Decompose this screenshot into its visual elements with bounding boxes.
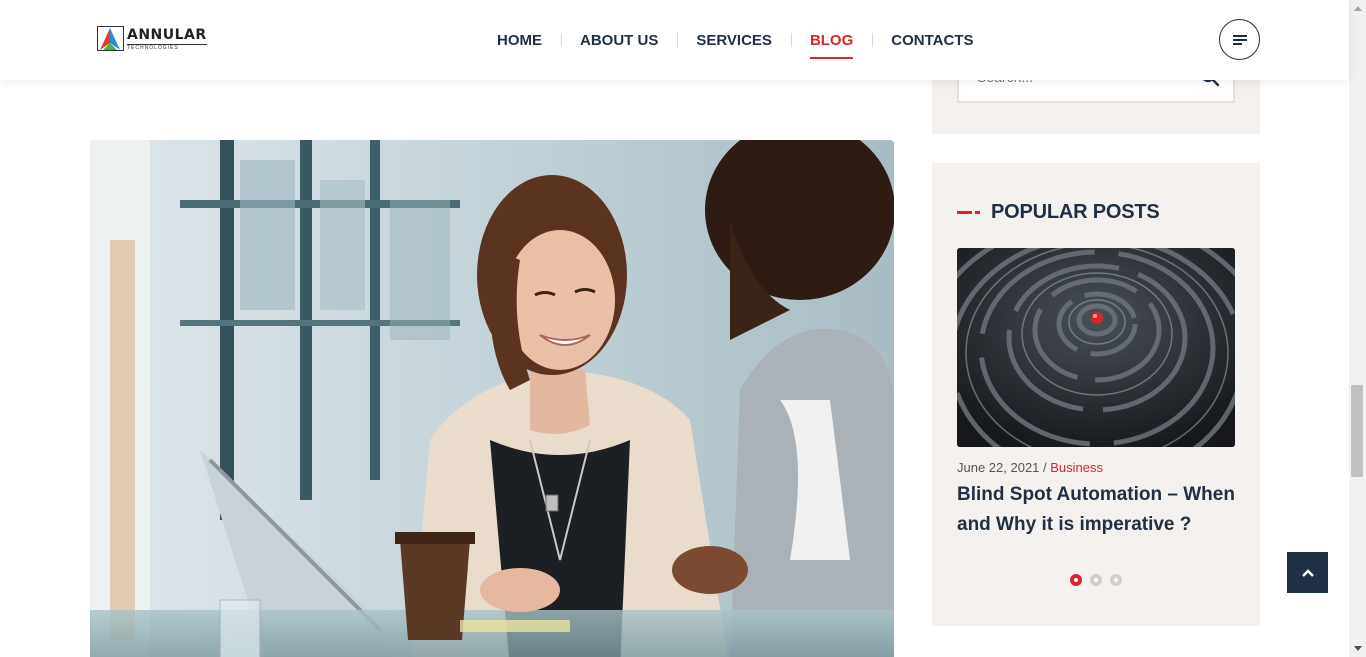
office-meeting-image bbox=[90, 140, 894, 657]
popular-posts-widget: POPULAR POSTS June 22, 2021 / Business B… bbox=[932, 163, 1260, 626]
chevron-up-icon bbox=[1301, 568, 1314, 577]
carousel-dot-1[interactable] bbox=[1070, 574, 1082, 586]
logo-subtitle: TECHNOLOGIES bbox=[127, 43, 207, 51]
nav-item-about-us[interactable]: ABOUT US bbox=[561, 0, 677, 80]
scroll-up-arrow-icon[interactable] bbox=[1349, 0, 1366, 17]
hamburger-icon bbox=[1232, 34, 1247, 45]
logo-mark-icon bbox=[97, 26, 124, 51]
popular-posts-title: POPULAR POSTS bbox=[991, 201, 1160, 223]
meta-separator: / bbox=[1039, 460, 1051, 475]
site-logo[interactable]: ANNULAR TECHNOLOGIES bbox=[97, 26, 207, 52]
post-category-link[interactable]: Business bbox=[1050, 460, 1103, 475]
nav-item-blog[interactable]: BLOG bbox=[790, 0, 872, 80]
popular-post-image[interactable] bbox=[957, 248, 1235, 447]
nav-label: CONTACTS bbox=[891, 31, 974, 49]
side-menu-button[interactable] bbox=[1219, 19, 1260, 60]
nav-item-contacts[interactable]: CONTACTS bbox=[872, 0, 992, 80]
maze-image bbox=[957, 248, 1235, 447]
popular-post-title-link[interactable]: Blind Spot Automation – When and Why it … bbox=[957, 480, 1235, 540]
page-scrollbar[interactable] bbox=[1349, 0, 1366, 657]
logo-name: ANNULAR bbox=[127, 26, 207, 43]
site-header: ANNULAR TECHNOLOGIES HOME ABOUT US SERVI… bbox=[0, 0, 1349, 80]
popular-post-meta: June 22, 2021 / Business bbox=[957, 460, 1103, 475]
heading-accent-icon bbox=[957, 211, 980, 214]
nav-item-home[interactable]: HOME bbox=[478, 0, 561, 80]
nav-label: HOME bbox=[497, 31, 542, 49]
scrollbar-thumb[interactable] bbox=[1351, 385, 1363, 477]
scroll-down-arrow-icon[interactable] bbox=[1349, 640, 1366, 657]
main-nav: HOME ABOUT US SERVICES BLOG CONTACTS bbox=[478, 0, 993, 80]
popular-posts-heading: POPULAR POSTS bbox=[957, 201, 1160, 224]
nav-item-services[interactable]: SERVICES bbox=[677, 0, 791, 80]
blog-post-featured-image[interactable] bbox=[90, 140, 894, 657]
carousel-pagination bbox=[1070, 574, 1122, 586]
carousel-dot-3[interactable] bbox=[1110, 574, 1122, 586]
carousel-dot-2[interactable] bbox=[1090, 574, 1102, 586]
nav-label: ABOUT US bbox=[580, 31, 659, 49]
page: POPULAR POSTS bbox=[0, 0, 1366, 657]
post-date: June 22, 2021 bbox=[957, 460, 1040, 475]
scroll-to-top-button[interactable] bbox=[1287, 552, 1328, 593]
nav-label: BLOG bbox=[809, 31, 854, 49]
nav-label: SERVICES bbox=[696, 31, 772, 49]
active-underline bbox=[809, 57, 854, 59]
